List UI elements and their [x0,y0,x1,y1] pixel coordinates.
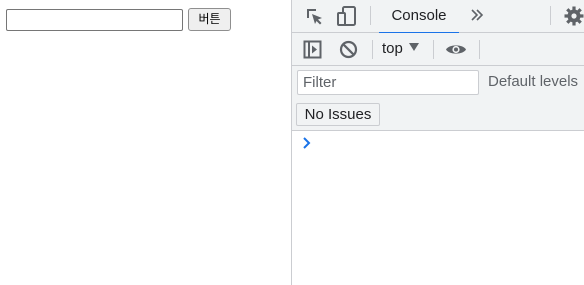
inspect-element-icon[interactable] [304,6,324,26]
devtools-panel: Console top Filter Default levels No Iss… [291,0,584,285]
console-prompt-icon [303,137,311,149]
issues-button[interactable]: No Issues [296,103,380,126]
context-selector[interactable]: top [382,39,419,60]
show-sidebar-icon[interactable] [303,40,322,59]
context-dropdown-icon [408,43,419,51]
live-expression-eye-icon[interactable] [445,42,467,57]
log-levels-dropdown[interactable]: Default levels [488,72,578,92]
settings-gear-icon[interactable] [563,5,584,27]
clear-console-icon[interactable] [339,40,358,59]
toolbar-divider-1 [372,40,373,59]
console-output[interactable] [292,132,584,285]
context-label: top [382,40,403,57]
page-viewport: 버튼 [0,0,291,285]
console-toolbar: top [292,33,584,66]
more-tabs-icon[interactable] [470,8,484,22]
tabbar-divider [370,6,371,25]
toolbar-divider-3 [479,40,480,59]
filter-input[interactable] [297,70,479,95]
issues-bar: No Issues [292,99,584,131]
tab-console[interactable]: Console [379,0,459,34]
device-toolbar-icon[interactable] [336,5,358,27]
text-input[interactable] [6,9,183,31]
console-filterbar: Default levels [292,66,584,99]
page-button[interactable]: 버튼 [188,8,231,31]
toolbar-divider-2 [433,40,434,59]
devtools-tabbar: Console [292,0,584,34]
tabbar-divider-right [550,6,551,25]
